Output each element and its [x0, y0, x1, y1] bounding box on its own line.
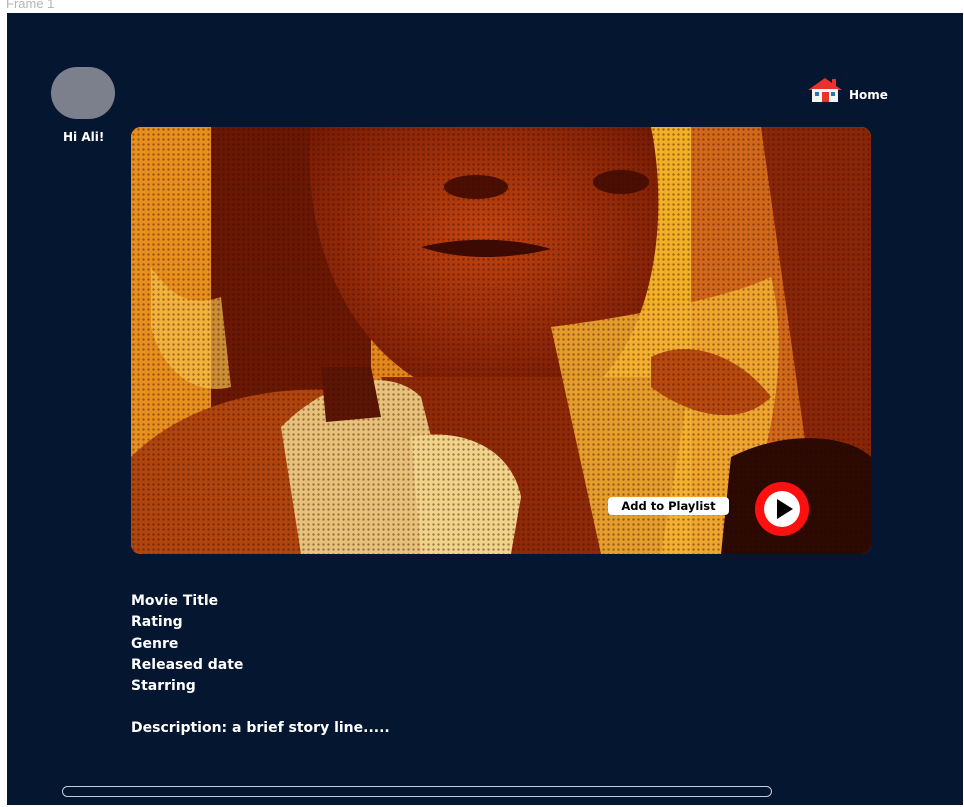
movie-description: Description: a brief story line.....: [131, 720, 390, 737]
house-icon: [808, 78, 842, 102]
play-triangle: [777, 499, 793, 519]
home-link[interactable]: Home: [807, 77, 888, 103]
movie-starring: Starring: [131, 678, 196, 695]
movie-hero: Add to Playlist: [131, 127, 871, 554]
add-to-playlist-button[interactable]: Add to Playlist: [608, 497, 729, 515]
avatar[interactable]: [51, 67, 115, 119]
movie-rating: Rating: [131, 614, 183, 631]
app-frame: Hi Ali! Home Add to Playlist Movie Title…: [7, 13, 963, 805]
movie-details: Movie Title Rating Genre Released date S…: [131, 591, 390, 740]
movie-genre: Genre: [131, 635, 179, 652]
movie-title: Movie Title: [131, 593, 219, 609]
horizontal-scrollbar[interactable]: [62, 786, 772, 797]
movie-released-date: Released date: [131, 656, 244, 673]
home-label: Home: [849, 88, 888, 102]
frame-label: Frame 1: [6, 0, 55, 11]
play-button[interactable]: [755, 482, 809, 536]
user-greeting: Hi Ali!: [63, 130, 105, 144]
hero-image: [131, 127, 871, 554]
